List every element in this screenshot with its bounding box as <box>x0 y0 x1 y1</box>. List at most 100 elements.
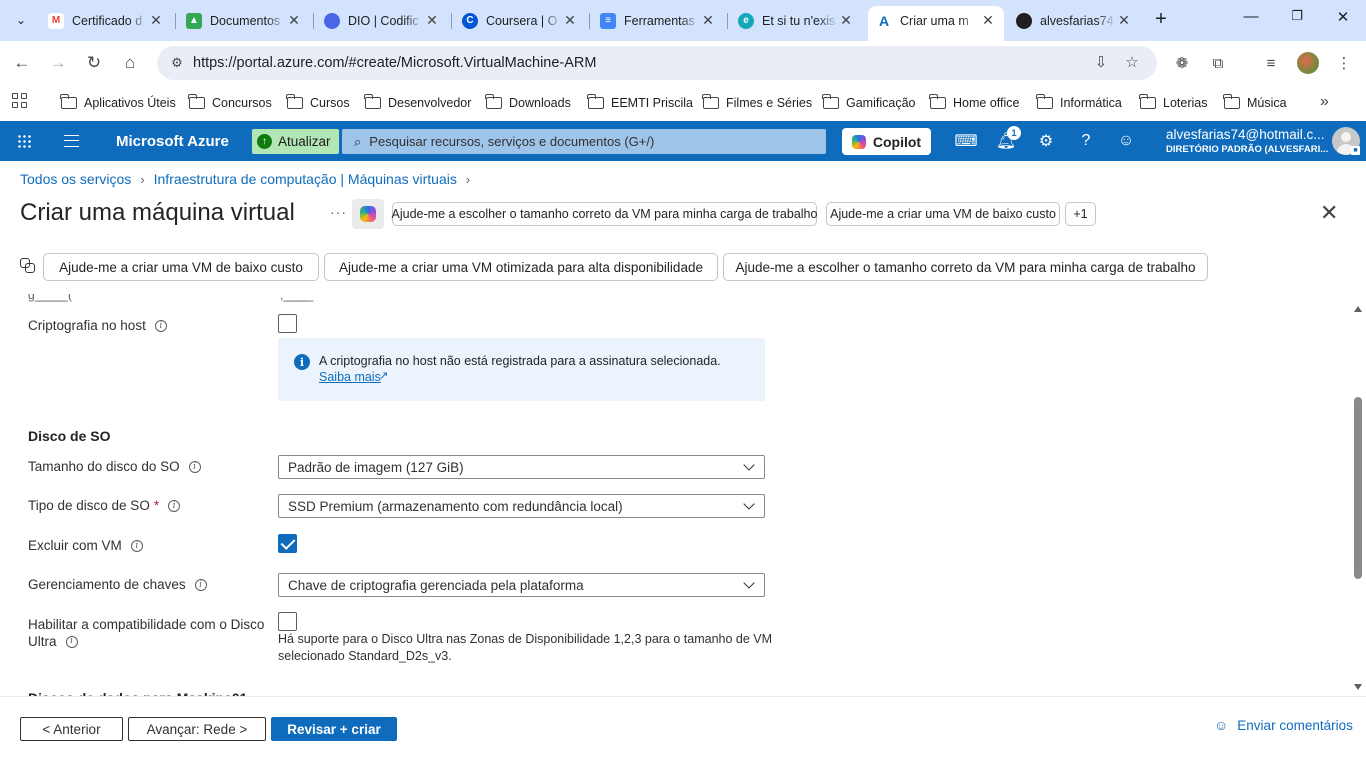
info-icon[interactable]: i <box>188 460 201 473</box>
home-icon[interactable]: ⌂ <box>118 51 142 75</box>
more-options-icon[interactable]: ··· <box>330 204 347 220</box>
chevron-down-icon <box>743 577 755 589</box>
close-tab-icon[interactable]: ✕ <box>1116 12 1132 29</box>
site-info-icon[interactable]: ⚙ <box>165 51 189 75</box>
bookmark-folder[interactable]: Loterias <box>1139 92 1207 114</box>
tab-search-button[interactable]: ⌄ <box>8 8 34 32</box>
azure-brand[interactable]: Microsoft Azure <box>116 133 229 150</box>
address-bar[interactable]: ⚙ https://portal.azure.com/#create/Micro… <box>157 46 1157 80</box>
forward-arrow-icon[interactable]: → <box>46 51 70 75</box>
copilot-button[interactable]: Copilot <box>842 128 931 155</box>
ultra-disk-checkbox[interactable] <box>278 612 297 631</box>
os-disk-type-label: Tipo de disco de SO * i <box>28 498 181 513</box>
external-link-icon: ↗ <box>379 370 389 382</box>
help-icon[interactable]: ? <box>1076 131 1096 151</box>
update-button[interactable]: ↑ Atualizar <box>252 129 339 154</box>
bookmark-folder[interactable]: Filmes e Séries <box>702 92 812 114</box>
browser-tab[interactable]: alvesfarias74 ✕ <box>1008 6 1140 35</box>
url-text[interactable]: https://portal.azure.com/#create/Microso… <box>193 55 596 71</box>
scroll-down-arrow[interactable] <box>1354 684 1362 690</box>
minimize-button[interactable]: — <box>1228 8 1274 32</box>
extension-icon[interactable]: ❁ <box>1170 51 1194 75</box>
next-network-button[interactable]: Avançar: Rede > <box>128 717 266 741</box>
portal-menu-icon[interactable] <box>64 135 79 147</box>
apps-grid-icon[interactable] <box>12 93 30 111</box>
info-icon[interactable]: i <box>194 578 207 591</box>
feedback-icon[interactable]: ☺ <box>1116 131 1136 151</box>
folder-icon <box>1223 94 1240 109</box>
bookmark-folder[interactable]: Concursos <box>188 92 272 114</box>
browser-tab[interactable]: DIO | Codific ✕ <box>316 6 448 35</box>
cloud-shell-icon[interactable]: ⌨ <box>954 131 977 151</box>
reload-icon[interactable]: ↻ <box>82 51 106 75</box>
scroll-thumb[interactable] <box>1354 397 1362 579</box>
bookmark-folder[interactable]: Downloads <box>485 92 571 114</box>
close-tab-icon[interactable]: ✕ <box>148 12 164 29</box>
breadcrumb-link[interactable]: Todos os serviços <box>20 171 131 187</box>
bookmark-folder[interactable]: Cursos <box>286 92 350 114</box>
suggestion-button-low-cost[interactable]: Ajude-me a criar uma VM de baixo custo <box>43 253 319 281</box>
more-suggestions-pill[interactable]: +1 <box>1065 202 1096 226</box>
back-arrow-icon[interactable]: ← <box>10 51 34 75</box>
close-tab-icon[interactable]: ✕ <box>562 12 578 29</box>
scroll-up-arrow[interactable] <box>1354 306 1362 312</box>
restore-button[interactable]: ❐ <box>1274 8 1320 32</box>
bookmark-folder[interactable]: Desenvolvedor <box>364 92 471 114</box>
bookmark-folder[interactable]: Home office <box>929 92 1019 114</box>
previous-button[interactable]: < Anterior <box>20 717 123 741</box>
close-tab-icon[interactable]: ✕ <box>980 12 996 29</box>
review-create-button[interactable]: Revisar + criar <box>271 717 397 741</box>
learn-more-link[interactable]: Saiba mais <box>319 370 381 384</box>
chrome-menu-icon[interactable]: ⋮ <box>1332 51 1356 75</box>
install-app-icon[interactable]: ⇩ <box>1091 53 1111 73</box>
os-disk-size-dropdown[interactable]: Padrão de imagem (127 GiB) <box>278 455 765 479</box>
media-controls-icon[interactable]: ≡ <box>1259 51 1283 75</box>
form-scrollbar[interactable] <box>1351 302 1365 694</box>
delete-with-vm-checkbox[interactable] <box>278 534 297 553</box>
cutoff-text: g̲ ̲ ̲ ̲ ̲ ̲ ̲ ̲ ̲ ̲ ( <box>28 294 73 302</box>
global-search-input[interactable]: ⌕ Pesquisar recursos, serviços e documen… <box>342 129 826 154</box>
info-icon[interactable]: i <box>130 539 143 552</box>
bookmark-folder[interactable]: Música <box>1223 92 1287 114</box>
close-blade-icon[interactable]: ✕ <box>1320 202 1338 224</box>
new-tab-button[interactable]: + <box>1150 8 1172 32</box>
bookmark-folder[interactable]: EEMTI Priscila <box>587 92 693 114</box>
host-encryption-checkbox[interactable] <box>278 314 297 333</box>
browser-tab[interactable]: M Certificado d ✕ <box>40 6 172 35</box>
profile-avatar[interactable] <box>1297 52 1319 74</box>
os-disk-type-dropdown[interactable]: SSD Premium (armazenamento com redundânc… <box>278 494 765 518</box>
bookmark-folder[interactable]: Gamificação <box>822 92 915 114</box>
more-bookmarks-icon[interactable]: » <box>1320 93 1329 111</box>
host-encryption-info-banner: i A criptografia no host não está regist… <box>278 338 765 401</box>
tab-title: Et si tu n'exis <box>762 13 836 28</box>
close-tab-icon[interactable]: ✕ <box>286 12 302 29</box>
settings-gear-icon[interactable]: ⚙ <box>1036 131 1056 151</box>
bookmark-folder[interactable]: Aplicativos Úteis <box>60 92 176 114</box>
breadcrumb-link[interactable]: Infraestrutura de computação | Máquinas … <box>154 171 457 187</box>
info-icon[interactable]: i <box>154 319 167 332</box>
info-icon[interactable]: i <box>65 635 78 648</box>
close-tab-icon[interactable]: ✕ <box>838 12 854 29</box>
suggestion-button-high-availability[interactable]: Ajude-me a criar uma VM otimizada para a… <box>324 253 718 281</box>
extensions-puzzle-icon[interactable]: ⧉ <box>1206 51 1230 75</box>
browser-tab-active[interactable]: A Criar uma m ✕ <box>868 6 1004 41</box>
bookmark-folder[interactable]: Informática <box>1036 92 1122 114</box>
browser-tab[interactable]: C Coursera | O ✕ <box>454 6 586 35</box>
copilot-suggestion-pill[interactable]: Ajude-me a criar uma VM de baixo custo <box>826 202 1060 226</box>
suggestion-button-vm-size[interactable]: Ajude-me a escolher o tamanho correto da… <box>723 253 1208 281</box>
folder-icon <box>822 94 839 109</box>
bookmark-star-icon[interactable]: ☆ <box>1122 53 1142 73</box>
copilot-prompt-button[interactable] <box>352 199 384 229</box>
close-tab-icon[interactable]: ✕ <box>424 12 440 29</box>
browser-tab[interactable]: ≡ Ferramentas ✕ <box>592 6 724 35</box>
app-launcher-icon[interactable] <box>17 134 31 148</box>
key-management-dropdown[interactable]: Chave de criptografia gerenciada pela pl… <box>278 573 765 597</box>
account-menu[interactable]: alvesfarias74@hotmail.c... DIRETÓRIO PAD… <box>1166 127 1328 155</box>
copilot-suggestion-pill[interactable]: Ajude-me a escolher o tamanho correto da… <box>392 202 817 226</box>
close-tab-icon[interactable]: ✕ <box>700 12 716 29</box>
send-feedback-link[interactable]: ☺ Enviar comentários <box>1214 717 1353 733</box>
browser-tab[interactable]: e Et si tu n'exis ✕ <box>730 6 862 35</box>
info-icon[interactable]: i <box>168 499 181 512</box>
browser-tab[interactable]: ▲ Documentos ✕ <box>178 6 310 35</box>
close-window-button[interactable]: ✕ <box>1320 8 1366 32</box>
